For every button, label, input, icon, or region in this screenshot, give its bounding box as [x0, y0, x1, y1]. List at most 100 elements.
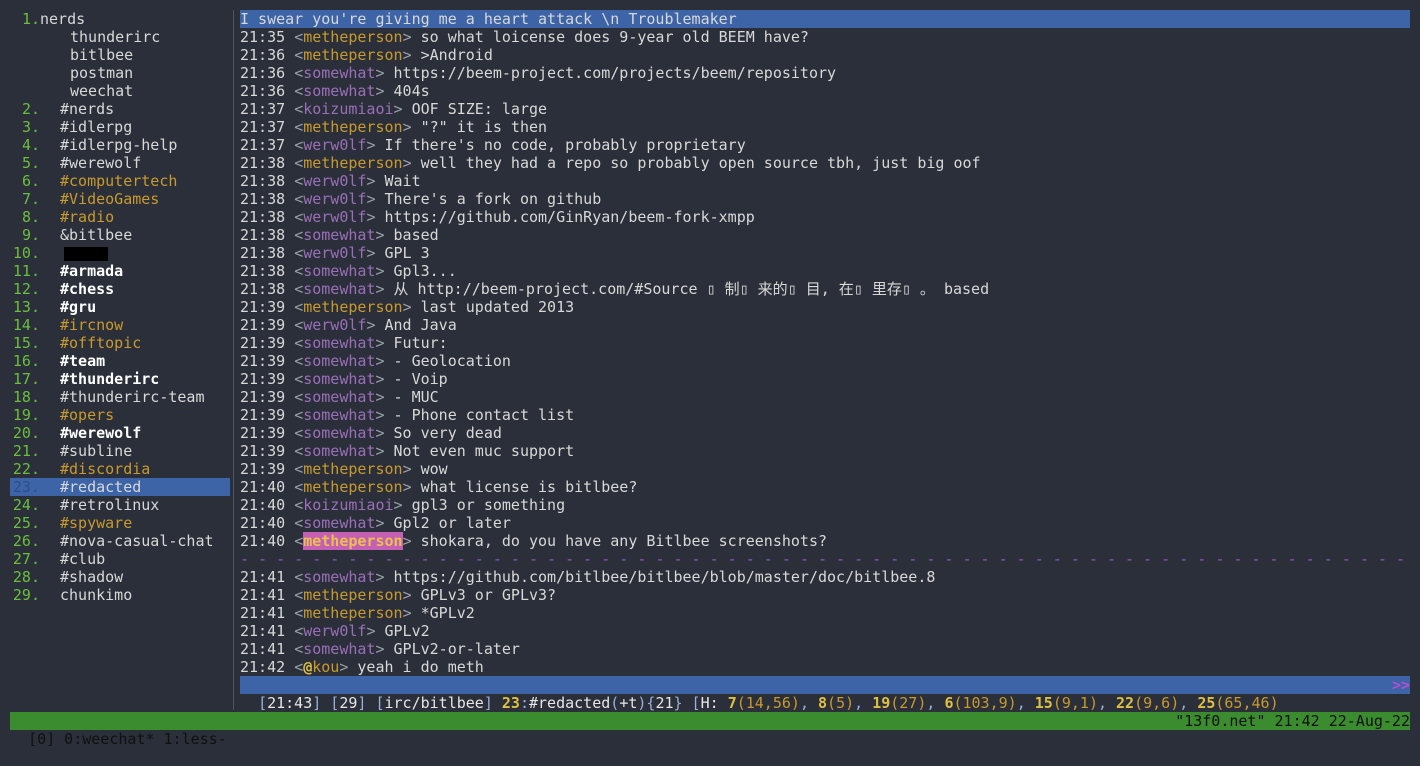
buffer-item[interactable]: weechat — [10, 82, 230, 100]
buffer-item[interactable]: 20. #werewolf — [10, 424, 230, 442]
message-nick[interactable]: metheperson — [303, 118, 402, 136]
hotlist-buffer-number[interactable]: 25 — [1197, 694, 1215, 712]
message-nick[interactable]: metheperson — [303, 298, 402, 316]
buffer-item[interactable]: 19. #opers — [10, 406, 230, 424]
buffer-item[interactable]: 8. #radio — [10, 208, 230, 226]
buffer-number: 9. — [21, 226, 40, 244]
buffer-item[interactable]: 17. #thunderirc — [10, 370, 230, 388]
message-nick[interactable]: somewhat — [303, 334, 375, 352]
message-nick[interactable]: somewhat — [303, 424, 375, 442]
message-text: So very dead — [393, 424, 502, 442]
message-nick[interactable]: werw0lf — [303, 136, 366, 154]
message-nick[interactable]: metheperson — [303, 28, 402, 46]
message-nick[interactable]: werw0lf — [303, 622, 366, 640]
message-line: 21:39 <somewhat> - Phone contact list — [240, 406, 575, 424]
buffer-name: #team — [60, 352, 106, 370]
buffer-item[interactable]: thunderirc — [10, 28, 230, 46]
buffer-item[interactable]: 15. #offtopic — [10, 334, 230, 352]
tmux-windows[interactable]: [0] 0:weechat* 1:less- — [28, 730, 227, 748]
buffer-item[interactable]: 9. &bitlbee — [10, 226, 230, 244]
buffer-item[interactable]: 23. #redacted — [10, 478, 230, 496]
buffer-item[interactable]: 2. #nerds — [10, 100, 230, 118]
buffer-name: #thunderirc — [60, 370, 160, 388]
buffer-item[interactable]: 14. #ircnow — [10, 316, 230, 334]
buffer-item[interactable]: 21. #subline — [10, 442, 230, 460]
message-nick[interactable]: somewhat — [303, 442, 375, 460]
more-arrow-icon[interactable]: >> — [1392, 676, 1410, 694]
message-nick[interactable]: somewhat — [303, 406, 375, 424]
message-line: 21:37 <werw0lf> If there's no code, prob… — [240, 136, 746, 154]
message-line: 21:40 <metheperson> what license is bitl… — [240, 478, 638, 496]
buffer-number: 24. — [12, 496, 40, 514]
message-nick[interactable]: somewhat — [303, 226, 375, 244]
hotlist-buffer-number[interactable]: 15 — [1035, 694, 1053, 712]
message-time: 21:41 — [240, 568, 286, 586]
message-nick[interactable]: somewhat — [303, 280, 375, 298]
message-nick[interactable]: somewhat — [303, 370, 375, 388]
buffer-item[interactable]: 24. #retrolinux — [10, 496, 230, 514]
buffer-item[interactable]: 12. #chess — [10, 280, 230, 298]
hotlist-buffer-number[interactable]: 22 — [1116, 694, 1134, 712]
message-nick[interactable]: werw0lf — [303, 190, 366, 208]
message-text: what license is bitlbee? — [420, 478, 638, 496]
message-nick[interactable]: somewhat — [303, 514, 375, 532]
buffer-item[interactable]: 16. #team — [10, 352, 230, 370]
message-time: 21:38 — [240, 226, 286, 244]
message-nick[interactable]: somewhat — [303, 262, 375, 280]
message-time: 21:41 — [240, 586, 286, 604]
buffer-item[interactable]: 4. #idlerpg-help — [10, 136, 230, 154]
message-text: well they had a repo so probably open so… — [420, 154, 981, 172]
buffer-item[interactable]: 7. #VideoGames — [10, 190, 230, 208]
message-nick[interactable]: somewhat — [303, 568, 375, 586]
buffer-item[interactable]: bitlbee — [10, 46, 230, 64]
buffer-item[interactable]: 11. #armada — [10, 262, 230, 280]
message-nick[interactable]: metheperson — [303, 604, 402, 622]
message-line: 21:37 <koizumiaoi> OOF SIZE: large — [240, 100, 548, 118]
message-nick[interactable]: somewhat — [303, 388, 375, 406]
message-nick[interactable]: metheperson — [303, 46, 402, 64]
buffer-name: #shadow — [60, 568, 124, 586]
message-nick[interactable]: koizumiaoi — [303, 100, 393, 118]
message-nick[interactable]: somewhat — [303, 82, 375, 100]
hotlist-buffer-number[interactable]: 7 — [728, 694, 737, 712]
buffer-item[interactable]: 3. #idlerpg — [10, 118, 230, 136]
message-text: >Android — [420, 46, 493, 64]
hotlist[interactable]: 7(14,56), 8(5), 19(27), 6(103,9), 15(9,1… — [719, 694, 1279, 712]
buffer-item[interactable]: 10. — [10, 244, 230, 262]
message-nick[interactable]: metheperson — [303, 154, 402, 172]
message-nick[interactable]: metheperson — [303, 478, 402, 496]
buffer-item[interactable]: 6. #computertech — [10, 172, 230, 190]
tmux-clock: "13f0.net" 21:42 22-Aug-22 — [1175, 712, 1410, 730]
buffer-item[interactable]: 1.nerds — [10, 10, 230, 28]
message-nick[interactable]: somewhat — [303, 64, 375, 82]
message-time: 21:41 — [240, 622, 286, 640]
buffer-item[interactable]: 27. #club — [10, 550, 230, 568]
buffer-item[interactable]: 18. #thunderirc-team — [10, 388, 230, 406]
buffer-item[interactable]: 22. #discordia — [10, 460, 230, 478]
input-bar[interactable]: [@kou(sR)] — [240, 694, 363, 730]
message-nick[interactable]: somewhat — [303, 352, 375, 370]
buffer-item[interactable]: 28. #shadow — [10, 568, 230, 586]
message-nick[interactable]: kou — [312, 658, 339, 676]
message-nick[interactable]: werw0lf — [303, 316, 366, 334]
message-nick[interactable]: koizumiaoi — [303, 496, 393, 514]
buffer-name: #redacted — [60, 478, 142, 496]
message-nick[interactable]: somewhat — [303, 640, 375, 658]
message-time: 21:37 — [240, 136, 286, 154]
buffer-item[interactable]: 26. #nova-casual-chat — [10, 532, 230, 550]
buffer-item[interactable]: postman — [10, 64, 230, 82]
message-nick[interactable]: metheperson — [303, 586, 402, 604]
message-nick[interactable]: werw0lf — [303, 244, 366, 262]
message-nick[interactable]: metheperson — [303, 532, 403, 550]
message-nick[interactable]: werw0lf — [303, 208, 366, 226]
hotlist-buffer-number[interactable]: 8 — [818, 694, 827, 712]
buffer-item[interactable]: 5. #werewolf — [10, 154, 230, 172]
hotlist-buffer-number[interactable]: 19 — [872, 694, 890, 712]
buffer-item[interactable]: 29. chunkimo — [10, 586, 230, 604]
message-nick[interactable]: metheperson — [303, 460, 402, 478]
message-nick[interactable]: werw0lf — [303, 172, 366, 190]
buffer-item[interactable]: 13. #gru — [10, 298, 230, 316]
message-time: 21:39 — [240, 424, 286, 442]
buffer-item[interactable]: 25. #spyware — [10, 514, 230, 532]
buffer-name: #werewolf — [60, 154, 142, 172]
